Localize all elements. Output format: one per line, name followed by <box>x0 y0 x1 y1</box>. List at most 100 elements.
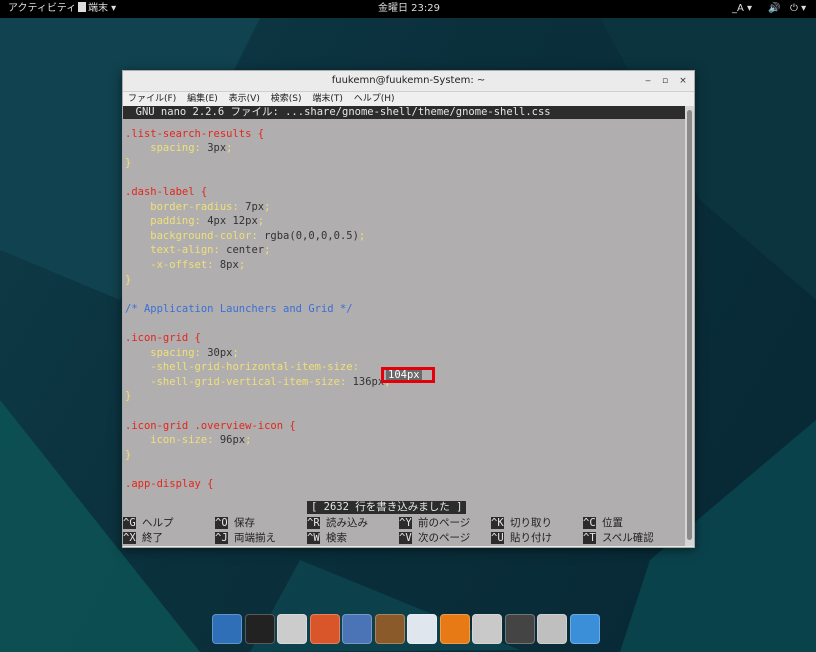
css-semicolon: ; <box>257 215 265 228</box>
disk-icon[interactable] <box>504 614 535 644</box>
shortcut-label: 貼り付け <box>503 532 552 544</box>
shortcut-key: ^R <box>307 517 320 529</box>
menu-search[interactable]: 検索(S) <box>271 94 302 104</box>
terminal-window: fuukemn@fuukemn-System: ~ ‒ ▫ × ファイル(F) … <box>122 70 695 548</box>
shortcut-label: 次のページ <box>411 532 471 544</box>
title-bar[interactable]: fuukemn@fuukemn-System: ~ ‒ ▫ × <box>123 71 694 92</box>
menu-help[interactable]: ヘルプ(H) <box>354 94 395 104</box>
messaging-icon[interactable] <box>407 614 437 644</box>
input-method-indicator[interactable]: _A ▾ <box>732 0 752 18</box>
shortcut-label: 終了 <box>135 532 163 544</box>
css-semicolon: ; <box>232 346 239 359</box>
status-message: [ 2632 行を書き込みました ] <box>307 501 467 514</box>
css-semicolon: ; <box>264 200 271 213</box>
app-menu-button[interactable]: 端末 ▾ <box>78 0 116 18</box>
power-icon[interactable]: ⏻ ▾ <box>790 0 806 18</box>
shortcut-label: 前のページ <box>411 517 471 529</box>
css-brace: } <box>125 448 132 461</box>
desktop-icon[interactable] <box>569 614 600 644</box>
settings-icon[interactable] <box>472 614 502 644</box>
app-menu-label: 端末 ▾ <box>88 3 117 14</box>
nano-header: GNU nano 2.2.6 ファイル: ...share/gnome-shel… <box>123 106 685 119</box>
shortcut-item: ^R 読み込み <box>307 516 368 530</box>
shortcut-key: ^O <box>215 517 228 529</box>
shortcut-item: ^T スペル確認 <box>583 531 654 545</box>
music-icon[interactable] <box>374 614 405 644</box>
css-selector: .icon-grid { <box>125 332 201 344</box>
vlc-icon[interactable] <box>439 614 470 644</box>
volume-icon[interactable]: 🔊 <box>768 0 780 18</box>
trash-icon[interactable] <box>537 614 567 644</box>
activities-button[interactable]: アクティビティ <box>8 0 76 18</box>
shortcut-key: ^W <box>307 532 320 544</box>
shortcut-item: ^X 終了 <box>123 531 163 545</box>
terminal-icon <box>78 2 86 12</box>
window-title: fuukemn@fuukemn-System: ~ <box>331 75 486 86</box>
css-property: icon-size <box>125 434 208 447</box>
menu-view[interactable]: 表示(V) <box>229 94 260 104</box>
code-line: /* Application Launchers and Grid */ <box>125 302 353 316</box>
firefox-icon[interactable] <box>309 614 340 644</box>
code-line: icon-size: 96px; <box>125 433 251 447</box>
css-value: 136px <box>346 375 385 388</box>
shortcut-item: ^G ヘルプ <box>123 516 173 530</box>
shortcut-key: ^V <box>399 532 412 544</box>
code-line: } <box>125 273 131 287</box>
css-value: center <box>219 244 265 257</box>
css-semicolon: ; <box>245 434 252 447</box>
css-property: spacing <box>125 142 195 155</box>
anchor-icon[interactable] <box>212 614 242 644</box>
scrollbar-thumb[interactable] <box>687 110 692 540</box>
menu-file[interactable]: ファイル(F) <box>128 94 176 104</box>
shortcut-key: ^G <box>123 517 136 529</box>
css-property: padding <box>125 215 195 228</box>
scrollbar[interactable] <box>685 106 694 546</box>
code-line: } <box>125 156 131 170</box>
code-line: spacing: 30px; <box>125 346 239 360</box>
menu-terminal[interactable]: 端末(T) <box>312 94 343 104</box>
code-line: .icon-grid { <box>125 331 201 345</box>
menu-edit[interactable]: 編集(E) <box>187 94 218 104</box>
code-line: .dash-label { <box>125 185 207 199</box>
css-property: -shell-grid-horizontal-item-size <box>125 361 353 374</box>
code-line: background-color: rgba(0,0,0,0.5); <box>125 229 365 243</box>
shortcut-item: ^K 切り取り <box>491 516 552 530</box>
code-line: -shell-grid-horizontal-item-size: <box>125 360 359 374</box>
css-value: 96px <box>213 434 246 447</box>
minimize-button[interactable]: ‒ <box>641 71 655 91</box>
shortcut-key: ^U <box>491 532 504 544</box>
css-brace: } <box>125 156 132 169</box>
css-value: 4px 12px <box>200 215 258 228</box>
clock[interactable]: 金曜日 23:29 <box>378 0 440 18</box>
top-bar: アクティビティ 端末 ▾ 金曜日 23:29 _A ▾ 🔊 ⏻ ▾ <box>0 0 816 18</box>
shortcut-key: ^Y <box>399 517 412 529</box>
close-button[interactable]: × <box>676 71 690 91</box>
shortcut-label: 読み込み <box>319 517 368 529</box>
shortcut-item: ^O 保存 <box>215 516 255 530</box>
image-viewer-icon[interactable] <box>342 614 372 644</box>
files-icon[interactable] <box>277 614 307 644</box>
css-comment: /* Application Launchers and Grid */ <box>125 302 353 315</box>
code-line: } <box>125 448 131 462</box>
code-line: -x-offset: 8px; <box>125 258 245 272</box>
css-semicolon: ; <box>238 259 246 271</box>
terminal-icon[interactable] <box>244 614 275 644</box>
shortcut-item: ^Y 前のページ <box>399 516 470 530</box>
css-value: 3px <box>200 142 227 155</box>
shortcut-key: ^C <box>583 517 596 529</box>
menu-bar: ファイル(F) 編集(E) 表示(V) 検索(S) 端末(T) ヘルプ(H) <box>123 92 694 106</box>
shortcut-key: ^X <box>123 532 136 544</box>
code-line: .list-search-results { <box>125 127 264 141</box>
terminal-view[interactable]: GNU nano 2.2.6 ファイル: ...share/gnome-shel… <box>123 106 685 546</box>
css-property: spacing <box>125 346 195 359</box>
css-semicolon: ; <box>358 229 366 242</box>
code-line: .app-display { <box>125 477 214 491</box>
maximize-button[interactable]: ▫ <box>658 71 672 91</box>
highlight-box <box>381 367 435 383</box>
shortcut-item: ^U 貼り付け <box>491 531 552 545</box>
shortcut-label: 保存 <box>227 517 255 529</box>
css-brace: } <box>125 390 132 403</box>
shortcut-label: 検索 <box>319 532 347 544</box>
css-selector: .dash-label { <box>125 186 208 198</box>
css-brace: } <box>125 273 132 286</box>
